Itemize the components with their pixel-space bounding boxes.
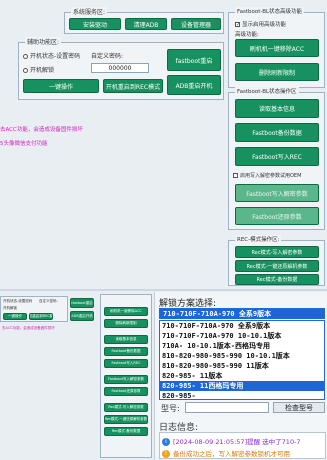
info-icon: i: [162, 438, 170, 446]
check-model-button[interactable]: 检查型号: [273, 402, 325, 413]
unlock-option[interactable]: 710A- 10-10.1版本-西格玛专用: [160, 341, 324, 351]
rec-backup-button[interactable]: Rec模式-备份数据: [235, 274, 319, 285]
fastboot-backup-button[interactable]: Fastboot备份数据: [235, 123, 319, 142]
one-click-op-button[interactable]: 一键操作: [23, 79, 99, 93]
unlock-option[interactable]: 710-710F-710A-970 10-10.1版本: [160, 331, 324, 341]
mode-radio-password[interactable]: 开机状态-设置密码: [23, 51, 80, 60]
app-window: 系统服务区: 安装驱动 清理ADB 设备管理器 辅助功能区: 开机状态-设置密码…: [0, 0, 327, 460]
fastboot-restore-button[interactable]: Fastboot还原参数: [235, 207, 319, 225]
mini-mode-radio[interactable]: 开机状态-设置密码: [3, 299, 32, 304]
rec-write-unlock-button[interactable]: Rec模式-写入解密参数: [235, 246, 319, 258]
mini-rec-write-button[interactable]: Rec模式-写入解密参数: [104, 403, 148, 412]
mini-aux-group: 开机状态-设置密码 自定义密码: 开机解锁 一键操作 开机重启到REC模式: [0, 296, 68, 322]
unlock-option[interactable]: 710-710F-710A-970 全系9版本: [160, 321, 324, 331]
model-label: 型号:: [161, 404, 180, 413]
system-service-group: 系统服务区: 安装驱动 清理ADB 设备管理器: [64, 7, 224, 34]
unlock-option[interactable]: 820-985-: [160, 391, 324, 399]
mode-radio-boot-unlock[interactable]: 开机解锁: [23, 65, 54, 74]
fastboot-ops-group: Fastboot-BL状态操作区 读取基本信息 Fastboot备份数据 Fas…: [228, 87, 325, 230]
mini-remove-limit-button[interactable]: 删除刷新限制: [104, 319, 148, 328]
adb-reboot-button[interactable]: ADB重启开机: [167, 75, 221, 95]
section-divider: [0, 289, 327, 291]
unlock-option[interactable]: 810-820-980-985-990 10-10.1版本: [160, 351, 324, 361]
note-wechat: 5头像微信支付功能: [0, 141, 48, 147]
unlock-scheme-select[interactable]: 710-710F-710A-970 全系9版本: [159, 308, 325, 319]
log-line-info: i [2024-08-09 21:05:57]提醒 选中了710-7: [162, 436, 325, 446]
fastboot-ops-title: Fastboot-BL状态操作区: [235, 87, 299, 95]
mini-fastboot-group: 刷机机一键移除ACC 删除刷新限制 读取基本信息 Fastboot备份数据 Fa…: [100, 294, 152, 458]
custom-password-label: 自定义密码:: [91, 53, 124, 60]
warning-icon: !: [162, 450, 170, 458]
rec-restore-button[interactable]: Rec模式-一键还原解机参数: [235, 260, 319, 272]
fastboot-special-title: Fastboot-BL状态高级功能: [235, 7, 305, 15]
remove-limit-button[interactable]: 删除刷新限制: [235, 63, 319, 81]
unlock-scheme-panel: 解锁方案选择: 710-710F-710A-970 全系9版本 710-710F…: [154, 292, 327, 460]
model-input[interactable]: [185, 402, 269, 413]
enable-write-checkbox[interactable]: 启用写入解密参数试用OEM: [233, 172, 301, 179]
unlock-scheme-dropdown-list[interactable]: 710-710F-710A-970 全系9版本 710-710F-710A-97…: [159, 320, 325, 400]
mini-write-rec-button[interactable]: Fastboot写入REC: [104, 359, 148, 368]
device-manager-button[interactable]: 设备管理器: [171, 18, 221, 30]
advanced-enable-checkbox[interactable]: ✓ 显示启用高级功能: [235, 20, 286, 28]
fastboot-reboot-button[interactable]: fastboot重启: [167, 49, 221, 71]
password-input[interactable]: 000000: [91, 63, 149, 73]
rec-ops-group: REC-模式操作区: Rec模式-写入解密参数 Rec模式-一键还原解机参数 R…: [228, 235, 325, 286]
mini-one-click-button[interactable]: 一键操作: [3, 313, 27, 320]
mini-reboot-rec-button[interactable]: 开机重启到REC模式: [29, 313, 53, 320]
remove-acc-button[interactable]: 刷机机一键移除ACC: [235, 39, 319, 57]
mini-backup-button[interactable]: Fastboot备份数据: [104, 347, 148, 356]
system-service-title: 系统服务区:: [71, 7, 108, 16]
unlock-option-selected[interactable]: 820-985- 11西格玛专用: [160, 381, 324, 391]
unlock-option[interactable]: 810-820-980-985-990 11版本: [160, 361, 324, 371]
clear-adb-button[interactable]: 清理ADB: [125, 18, 167, 30]
fastboot-special-group: Fastboot-BL状态高级功能 ✓ 显示启用高级功能 高级功能: 刷机机一键移…: [228, 7, 325, 88]
mini-adb-reboot-button[interactable]: ADB重启开机: [70, 311, 94, 321]
log-line-warning: ! 备份成功之后，写入解密参数锁机才可用: [162, 448, 325, 458]
mini-rec-backup-button[interactable]: Rec模式-备份数据: [104, 427, 148, 436]
mini-restore-button[interactable]: Fastboot还原参数: [104, 387, 148, 396]
mini-password-label: 自定义密码:: [39, 299, 58, 303]
install-driver-button[interactable]: 安装驱动: [69, 18, 121, 30]
advanced-label: 高级功能:: [235, 32, 259, 38]
log-box: i [2024-08-09 21:05:57]提醒 选中了710-7 ! 备份成功之…: [159, 432, 326, 459]
fastboot-write-rec-button[interactable]: Fastboot写入REC: [235, 147, 319, 166]
aux-function-group: 辅助功能区: 开机状态-设置密码 自定义密码: 开机解锁 000000 一键操作…: [18, 37, 224, 100]
mini-fastboot-reboot-button[interactable]: fastboot重启: [70, 298, 94, 308]
aux-function-title: 辅助功能区:: [25, 37, 62, 46]
fastboot-write-unlock-button[interactable]: Fastboot写入解密参数: [235, 184, 319, 202]
read-info-button[interactable]: 读取基本信息: [235, 99, 319, 118]
note-acc-warning: 去ACC功能，会造成设备固件损坏: [0, 127, 83, 133]
mini-remove-acc-button[interactable]: 刷机机一键移除ACC: [104, 307, 148, 316]
mini-boot-unlock-radio[interactable]: 开机解锁: [3, 306, 17, 311]
mini-read-info-button[interactable]: 读取基本信息: [104, 335, 148, 344]
mini-rec-restore-button[interactable]: Rec模式-一键还原解机参数: [104, 415, 148, 424]
unlock-option[interactable]: 820-985- 11版本: [160, 371, 324, 381]
mini-note: 去ACC功能，会造成设备固件损坏: [2, 326, 55, 330]
mini-write-unlock-button[interactable]: Fastboot写入解密参数: [104, 375, 148, 384]
rec-ops-title: REC-模式操作区:: [235, 235, 282, 243]
reboot-rec-mode-button[interactable]: 开机重启到REC模式: [103, 79, 163, 93]
